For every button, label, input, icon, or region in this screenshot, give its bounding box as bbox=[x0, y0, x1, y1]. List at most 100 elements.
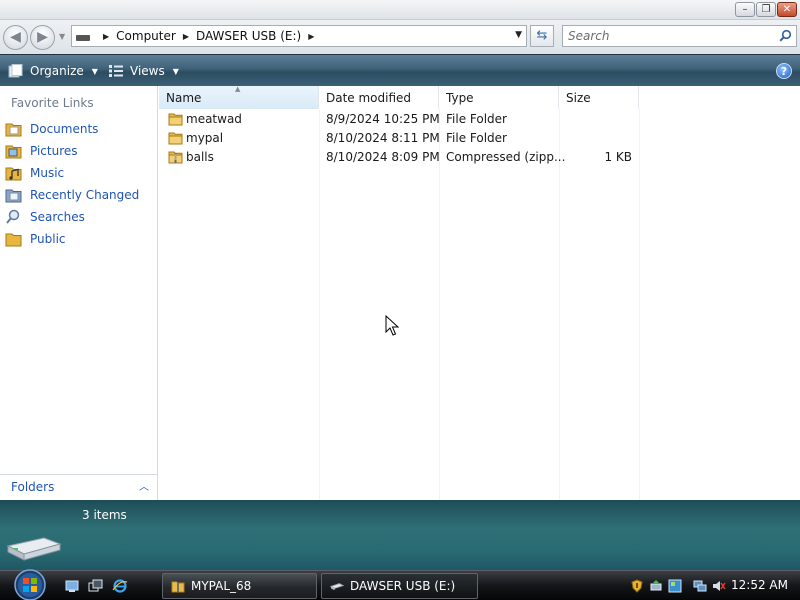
taskbar-button-mypal[interactable]: MYPAL_68 bbox=[162, 573, 317, 599]
volume-muted-icon[interactable] bbox=[712, 579, 726, 593]
forward-button[interactable]: ▶ bbox=[30, 25, 55, 50]
column-header-type[interactable]: Type bbox=[439, 86, 559, 109]
navigation-pane: Favorite Links Documents Pictures Music bbox=[0, 86, 158, 500]
refresh-icon: ⇆ bbox=[536, 28, 548, 43]
nav-item-documents[interactable]: Documents bbox=[5, 118, 139, 140]
column-header-label: Size bbox=[566, 91, 591, 105]
nav-item-label: Public bbox=[30, 232, 66, 246]
file-row-balls[interactable]: balls 8/10/2024 8:09 PM Compressed (zipp… bbox=[159, 148, 639, 167]
recent-pages-dropdown[interactable]: ▼ bbox=[59, 32, 65, 41]
file-type: File Folder bbox=[446, 131, 507, 145]
nav-item-label: Pictures bbox=[30, 144, 78, 158]
file-type: Compressed (zipp... bbox=[446, 150, 566, 164]
folder-icon bbox=[168, 132, 183, 145]
favorite-links-heading: Favorite Links bbox=[11, 96, 94, 110]
breadcrumb-separator-icon[interactable]: ▶ bbox=[308, 32, 314, 41]
taskbar: MYPAL_68 DAWSER USB (E:) 12:52 AM bbox=[0, 568, 800, 600]
recently-changed-icon bbox=[5, 189, 22, 203]
zip-folder-icon bbox=[168, 151, 183, 164]
organize-dropdown-icon: ▼ bbox=[91, 66, 98, 76]
file-row-meatwad[interactable]: meatwad 8/9/2024 10:25 PM File Folder bbox=[159, 110, 639, 129]
address-bar[interactable]: ▶ Computer ▶ DAWSER USB (E:) ▶ ▼ bbox=[71, 25, 527, 47]
folders-label: Folders bbox=[11, 480, 55, 494]
chevron-up-icon: ︿ bbox=[139, 482, 149, 493]
clock[interactable]: 12:52 AM bbox=[731, 578, 788, 592]
usb-drive-icon bbox=[6, 537, 62, 561]
breadcrumb-usb-drive[interactable]: DAWSER USB (E:) bbox=[196, 29, 301, 43]
search-icon[interactable] bbox=[779, 29, 792, 42]
nav-item-pictures[interactable]: Pictures bbox=[5, 140, 139, 162]
folder-icon bbox=[171, 581, 185, 593]
breadcrumb: ▶ Computer ▶ DAWSER USB (E:) ▶ bbox=[96, 29, 321, 43]
views-label: Views bbox=[130, 64, 165, 78]
nav-item-label: Music bbox=[30, 166, 65, 180]
help-button[interactable]: ? bbox=[776, 63, 792, 79]
column-header-label: Type bbox=[446, 91, 474, 105]
breadcrumb-separator-icon[interactable]: ▶ bbox=[183, 32, 189, 41]
organize-icon bbox=[8, 64, 23, 78]
window-title-bar: – ❐ ✕ bbox=[0, 0, 800, 20]
file-type: File Folder bbox=[446, 112, 507, 126]
nav-item-label: Documents bbox=[30, 122, 99, 136]
switch-windows-icon[interactable] bbox=[88, 578, 104, 594]
file-row-mypal[interactable]: mypal 8/10/2024 8:11 PM File Folder bbox=[159, 129, 639, 148]
favorite-links-list: Documents Pictures Music Recently Change… bbox=[5, 118, 139, 250]
folders-toggle[interactable]: Folders ︿ bbox=[0, 474, 157, 500]
file-date: 8/10/2024 8:09 PM bbox=[326, 150, 440, 164]
address-dropdown-icon[interactable]: ▼ bbox=[515, 30, 522, 40]
nav-item-public[interactable]: Public bbox=[5, 228, 139, 250]
sort-ascending-icon: ▲ bbox=[235, 85, 241, 93]
command-bar: Organize ▼ Views ▼ ? bbox=[0, 54, 800, 86]
forward-arrow-icon: ▶ bbox=[37, 29, 48, 45]
internet-explorer-icon[interactable] bbox=[112, 578, 128, 594]
taskbar-button-label: MYPAL_68 bbox=[191, 579, 252, 593]
views-button[interactable]: Views ▼ bbox=[108, 62, 179, 80]
column-divider bbox=[639, 109, 640, 500]
views-icon bbox=[109, 65, 123, 77]
drive-icon bbox=[76, 35, 90, 41]
folder-icon bbox=[168, 113, 183, 126]
back-arrow-icon: ◀ bbox=[10, 29, 21, 45]
maximize-button[interactable]: ❐ bbox=[756, 2, 776, 17]
search-box[interactable] bbox=[562, 25, 797, 47]
refresh-button[interactable]: ⇆ bbox=[530, 25, 554, 47]
organize-label: Organize bbox=[30, 64, 84, 78]
nav-item-recently-changed[interactable]: Recently Changed bbox=[5, 184, 139, 206]
searches-icon bbox=[6, 209, 20, 224]
breadcrumb-computer[interactable]: Computer bbox=[116, 29, 176, 43]
file-name: meatwad bbox=[186, 112, 242, 126]
column-header-size[interactable]: Size bbox=[559, 86, 639, 109]
file-size: 1 KB bbox=[604, 150, 632, 164]
file-date: 8/9/2024 10:25 PM bbox=[326, 112, 440, 126]
safely-remove-hardware-icon[interactable] bbox=[649, 579, 663, 593]
nav-item-music[interactable]: Music bbox=[5, 162, 139, 184]
breadcrumb-separator-icon[interactable]: ▶ bbox=[103, 32, 109, 41]
minimize-button[interactable]: – bbox=[735, 2, 755, 17]
show-desktop-icon[interactable] bbox=[64, 578, 80, 594]
window-controls: – ❐ ✕ bbox=[735, 2, 797, 17]
nav-item-label: Searches bbox=[30, 210, 85, 224]
file-date: 8/10/2024 8:11 PM bbox=[326, 131, 440, 145]
usb-drive-icon bbox=[330, 583, 344, 591]
nav-item-label: Recently Changed bbox=[30, 188, 140, 202]
views-dropdown-icon[interactable]: ▼ bbox=[173, 67, 179, 76]
windows-sidebar-icon[interactable] bbox=[668, 579, 682, 593]
column-divider bbox=[319, 109, 320, 500]
public-folder-icon bbox=[5, 233, 22, 247]
nav-item-searches[interactable]: Searches bbox=[5, 206, 139, 228]
organize-button[interactable]: Organize ▼ bbox=[8, 62, 98, 80]
column-header-date-modified[interactable]: Date modified bbox=[319, 86, 439, 109]
search-input[interactable] bbox=[563, 26, 763, 46]
pictures-folder-icon bbox=[5, 145, 22, 159]
security-shield-icon[interactable] bbox=[630, 579, 644, 593]
back-button[interactable]: ◀ bbox=[3, 25, 28, 50]
taskbar-button-usb-drive[interactable]: DAWSER USB (E:) bbox=[321, 573, 478, 599]
column-header-name[interactable]: ▲ Name bbox=[159, 85, 319, 109]
navigation-bar: ◀ ▶ ▼ ▶ Computer ▶ DAWSER USB (E:) ▶ ▼ ⇆ bbox=[0, 20, 800, 54]
start-button[interactable] bbox=[9, 568, 51, 600]
close-button[interactable]: ✕ bbox=[777, 2, 797, 17]
file-list: ▲ Name Date modified Type Size meatwad 8… bbox=[159, 85, 800, 500]
music-folder-icon bbox=[5, 167, 22, 181]
network-icon[interactable] bbox=[693, 579, 707, 593]
column-header-label: Date modified bbox=[326, 91, 412, 105]
